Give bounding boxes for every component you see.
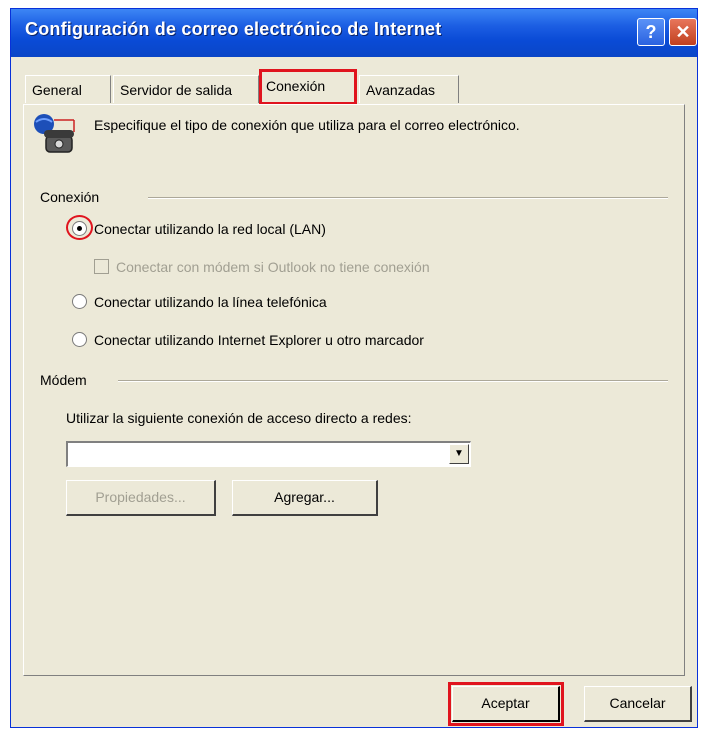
properties-button: Propiedades...	[66, 480, 216, 516]
radio-internet-explorer[interactable]: Conectar utilizando Internet Explorer u …	[72, 330, 552, 352]
dialog-window: Configuración de correo electrónico de I…	[10, 8, 698, 728]
radio-button[interactable]	[72, 221, 87, 236]
intro-text: Especifique el tipo de conexión que util…	[94, 117, 520, 133]
tab-general[interactable]: General	[25, 75, 111, 103]
window-title: Configuración de correo electrónico de I…	[25, 19, 442, 39]
tab-strip: General Servidor de salida Conexión Avan…	[11, 69, 697, 105]
tab-conexion[interactable]: Conexión	[259, 69, 357, 105]
close-button[interactable]: ✕	[669, 18, 697, 46]
checkbox-label: Conectar con módem si Outlook no tiene c…	[116, 259, 430, 275]
radio-phone-line[interactable]: Conectar utilizando la línea telefónica	[72, 292, 492, 314]
tab-panel	[23, 104, 685, 676]
connection-phone-icon	[34, 114, 75, 153]
section-conexion-label: Conexión	[40, 189, 100, 205]
chevron-down-icon[interactable]: ▼	[449, 444, 469, 464]
radio-dot	[77, 226, 82, 231]
dialup-connection-dropdown[interactable]: ▼	[66, 441, 471, 467]
section-divider	[118, 380, 668, 382]
checkbox-modem-fallback: Conectar con módem si Outlook no tiene c…	[94, 257, 554, 279]
radio-label: Conectar utilizando la línea telefónica	[94, 294, 327, 310]
tab-servidor-de-salida[interactable]: Servidor de salida	[113, 75, 259, 103]
radio-label: Conectar utilizando la red local (LAN)	[94, 221, 326, 237]
cancel-button[interactable]: Cancelar	[584, 686, 692, 722]
dialup-connection-label: Utilizar la siguiente conexión de acceso…	[66, 410, 412, 426]
radio-button[interactable]	[72, 294, 87, 309]
add-button[interactable]: Agregar...	[232, 480, 378, 516]
ok-button[interactable]: Aceptar	[448, 682, 564, 726]
radio-button[interactable]	[72, 332, 87, 347]
help-button[interactable]: ?	[637, 18, 665, 46]
tab-avanzadas[interactable]: Avanzadas	[359, 75, 459, 103]
title-bar[interactable]: Configuración de correo electrónico de I…	[11, 9, 697, 57]
radio-label: Conectar utilizando Internet Explorer u …	[94, 332, 424, 348]
section-divider	[148, 197, 668, 199]
radio-lan[interactable]: Conectar utilizando la red local (LAN)	[66, 215, 492, 241]
section-modem-label: Módem	[40, 372, 87, 388]
checkbox	[94, 259, 109, 274]
